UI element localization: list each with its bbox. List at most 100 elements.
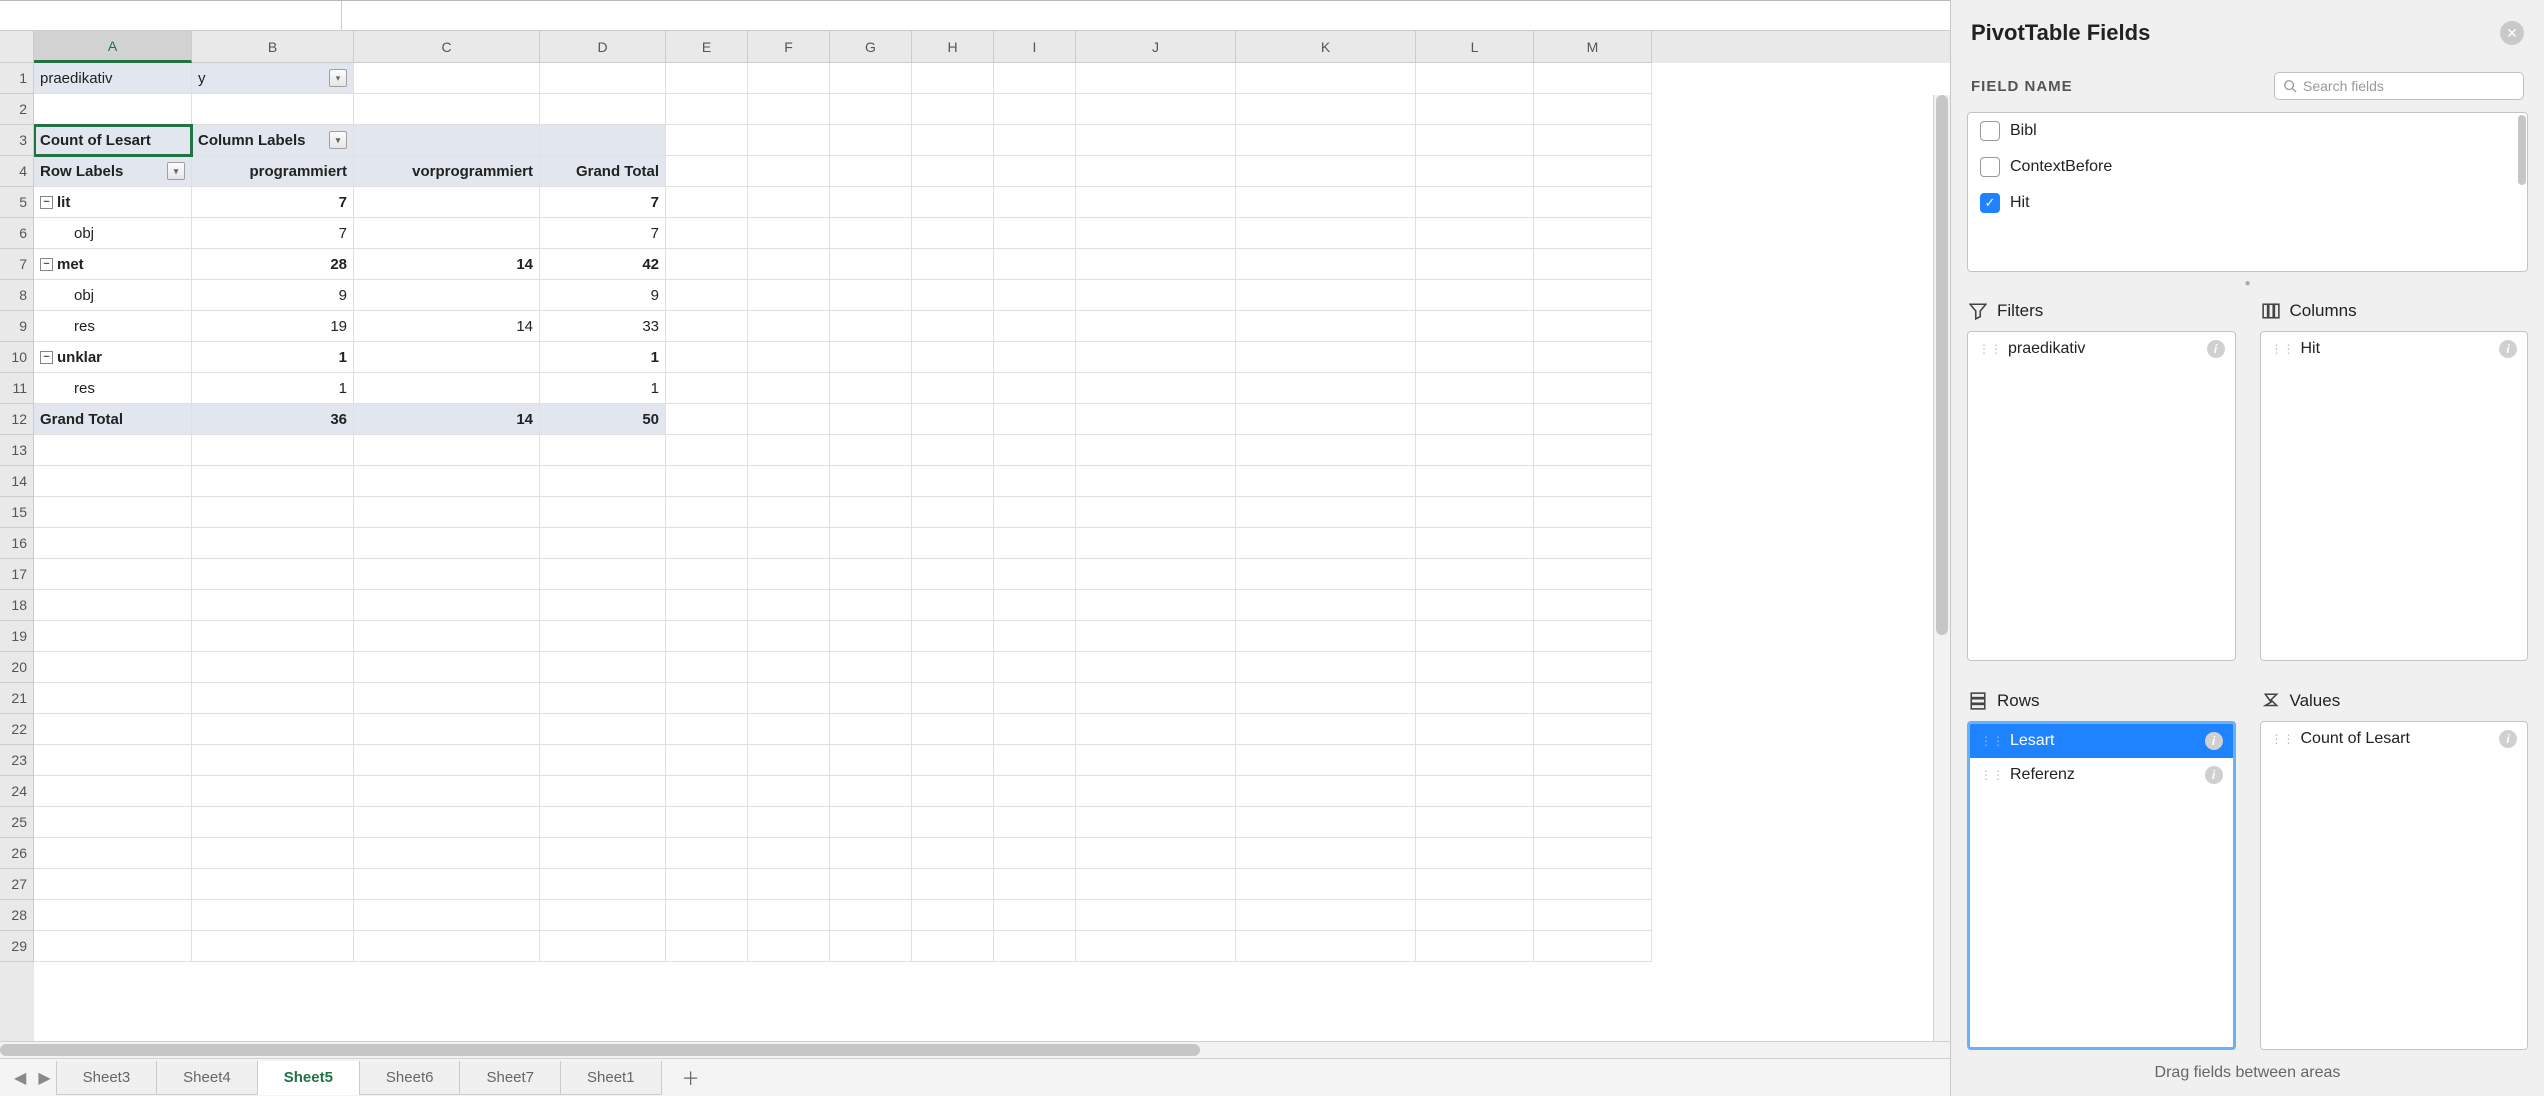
cell-J28[interactable] bbox=[1076, 900, 1236, 931]
cell-J3[interactable] bbox=[1076, 125, 1236, 156]
area-item-referenz[interactable]: ⋮⋮Referenzi bbox=[1970, 758, 2233, 792]
cell-G28[interactable] bbox=[830, 900, 912, 931]
column-header-F[interactable]: F bbox=[748, 31, 830, 63]
cell-K9[interactable] bbox=[1236, 311, 1416, 342]
cell-F21[interactable] bbox=[748, 683, 830, 714]
cell-M15[interactable] bbox=[1534, 497, 1652, 528]
cell-C25[interactable] bbox=[354, 807, 540, 838]
cell-F6[interactable] bbox=[748, 218, 830, 249]
cell-B4[interactable]: programmiert bbox=[192, 156, 354, 187]
cell-K11[interactable] bbox=[1236, 373, 1416, 404]
cell-B24[interactable] bbox=[192, 776, 354, 807]
cell-L21[interactable] bbox=[1416, 683, 1534, 714]
cell-C29[interactable] bbox=[354, 931, 540, 962]
cell-K5[interactable] bbox=[1236, 187, 1416, 218]
cell-G18[interactable] bbox=[830, 590, 912, 621]
cell-L5[interactable] bbox=[1416, 187, 1534, 218]
cell-E20[interactable] bbox=[666, 652, 748, 683]
cell-G26[interactable] bbox=[830, 838, 912, 869]
cell-E27[interactable] bbox=[666, 869, 748, 900]
cell-G1[interactable] bbox=[830, 63, 912, 94]
cell-E2[interactable] bbox=[666, 94, 748, 125]
cell-F26[interactable] bbox=[748, 838, 830, 869]
search-fields-input[interactable]: Search fields bbox=[2274, 72, 2524, 100]
field-item-contextbefore[interactable]: ContextBefore bbox=[1968, 149, 2527, 185]
cell-E16[interactable] bbox=[666, 528, 748, 559]
cell-C27[interactable] bbox=[354, 869, 540, 900]
cell-H25[interactable] bbox=[912, 807, 994, 838]
cell-H22[interactable] bbox=[912, 714, 994, 745]
cell-K27[interactable] bbox=[1236, 869, 1416, 900]
prev-sheet-button[interactable]: ◀ bbox=[8, 1068, 32, 1088]
row-header-14[interactable]: 14 bbox=[0, 466, 34, 497]
cell-D14[interactable] bbox=[540, 466, 666, 497]
cell-H17[interactable] bbox=[912, 559, 994, 590]
columns-area[interactable]: ⋮⋮Hiti bbox=[2260, 331, 2529, 661]
area-item-praedikativ[interactable]: ⋮⋮praedikativi bbox=[1968, 332, 2235, 366]
cell-I6[interactable] bbox=[994, 218, 1076, 249]
cell-M6[interactable] bbox=[1534, 218, 1652, 249]
horizontal-scrollbar-thumb[interactable] bbox=[0, 1044, 1200, 1056]
cell-D2[interactable] bbox=[540, 94, 666, 125]
cell-H3[interactable] bbox=[912, 125, 994, 156]
cell-C10[interactable] bbox=[354, 342, 540, 373]
cell-M11[interactable] bbox=[1534, 373, 1652, 404]
cell-C4[interactable]: vorprogrammiert bbox=[354, 156, 540, 187]
cell-J24[interactable] bbox=[1076, 776, 1236, 807]
cell-E24[interactable] bbox=[666, 776, 748, 807]
column-header-D[interactable]: D bbox=[540, 31, 666, 63]
cell-L1[interactable] bbox=[1416, 63, 1534, 94]
cell-I28[interactable] bbox=[994, 900, 1076, 931]
cell-J8[interactable] bbox=[1076, 280, 1236, 311]
cell-H27[interactable] bbox=[912, 869, 994, 900]
cell-M26[interactable] bbox=[1534, 838, 1652, 869]
row-header-17[interactable]: 17 bbox=[0, 559, 34, 590]
cell-E14[interactable] bbox=[666, 466, 748, 497]
cell-I13[interactable] bbox=[994, 435, 1076, 466]
cell-A10[interactable]: −unklar bbox=[34, 342, 192, 373]
cell-J10[interactable] bbox=[1076, 342, 1236, 373]
cell-C20[interactable] bbox=[354, 652, 540, 683]
cell-C12[interactable]: 14 bbox=[354, 404, 540, 435]
area-item-hit[interactable]: ⋮⋮Hiti bbox=[2261, 332, 2528, 366]
column-header-K[interactable]: K bbox=[1236, 31, 1416, 63]
cell-B16[interactable] bbox=[192, 528, 354, 559]
cell-A11[interactable]: res bbox=[34, 373, 192, 404]
cell-B18[interactable] bbox=[192, 590, 354, 621]
cell-B14[interactable] bbox=[192, 466, 354, 497]
row-header-13[interactable]: 13 bbox=[0, 435, 34, 466]
column-header-J[interactable]: J bbox=[1076, 31, 1236, 63]
cell-L18[interactable] bbox=[1416, 590, 1534, 621]
cell-G17[interactable] bbox=[830, 559, 912, 590]
cell-H5[interactable] bbox=[912, 187, 994, 218]
cell-M7[interactable] bbox=[1534, 249, 1652, 280]
cell-D27[interactable] bbox=[540, 869, 666, 900]
cell-E8[interactable] bbox=[666, 280, 748, 311]
row-header-9[interactable]: 9 bbox=[0, 311, 34, 342]
cell-J15[interactable] bbox=[1076, 497, 1236, 528]
cell-C1[interactable] bbox=[354, 63, 540, 94]
cell-I23[interactable] bbox=[994, 745, 1076, 776]
cell-H18[interactable] bbox=[912, 590, 994, 621]
cell-C14[interactable] bbox=[354, 466, 540, 497]
cell-E1[interactable] bbox=[666, 63, 748, 94]
row-header-1[interactable]: 1 bbox=[0, 63, 34, 94]
cell-L23[interactable] bbox=[1416, 745, 1534, 776]
column-header-L[interactable]: L bbox=[1416, 31, 1534, 63]
column-header-A[interactable]: A bbox=[34, 31, 192, 63]
cell-L13[interactable] bbox=[1416, 435, 1534, 466]
row-header-24[interactable]: 24 bbox=[0, 776, 34, 807]
column-header-B[interactable]: B bbox=[192, 31, 354, 63]
cell-K19[interactable] bbox=[1236, 621, 1416, 652]
cell-E17[interactable] bbox=[666, 559, 748, 590]
cell-E25[interactable] bbox=[666, 807, 748, 838]
cell-I18[interactable] bbox=[994, 590, 1076, 621]
cell-K18[interactable] bbox=[1236, 590, 1416, 621]
cell-H16[interactable] bbox=[912, 528, 994, 559]
cell-M4[interactable] bbox=[1534, 156, 1652, 187]
cell-D6[interactable]: 7 bbox=[540, 218, 666, 249]
cell-H9[interactable] bbox=[912, 311, 994, 342]
cell-G14[interactable] bbox=[830, 466, 912, 497]
area-item-count-of-lesart[interactable]: ⋮⋮Count of Lesarti bbox=[2261, 722, 2528, 756]
cell-J16[interactable] bbox=[1076, 528, 1236, 559]
